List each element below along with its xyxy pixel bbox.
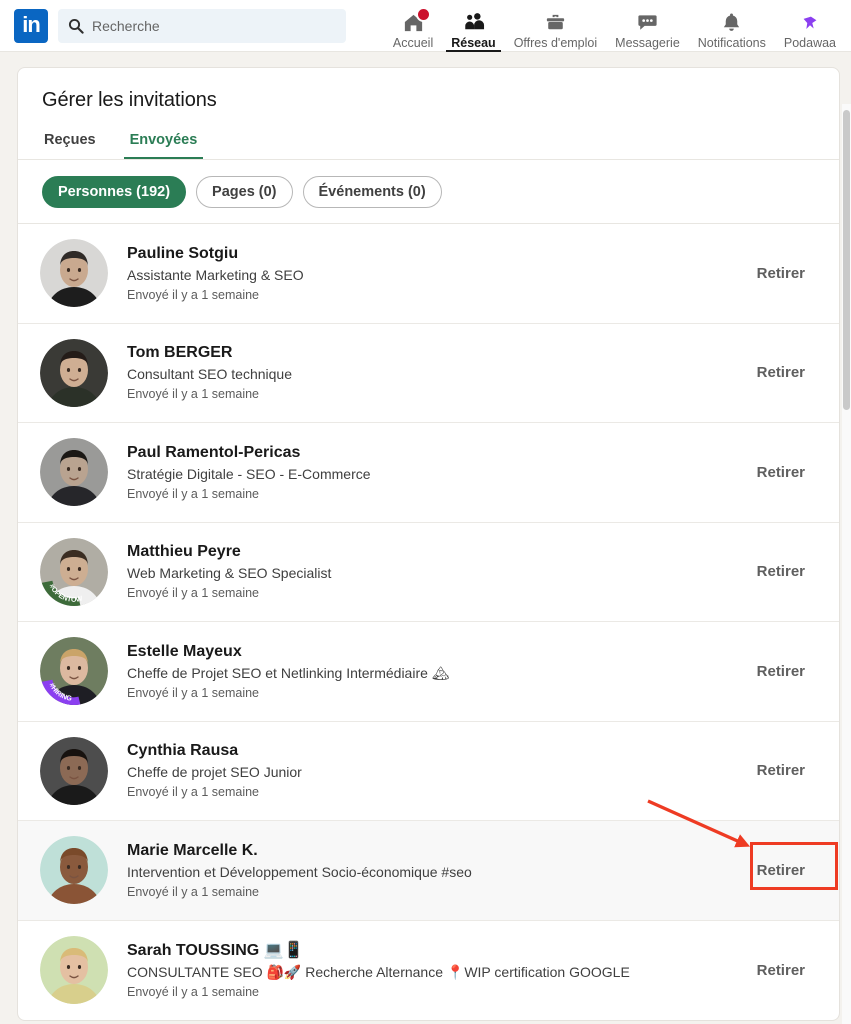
invitation-person-headline: Intervention et Développement Socio-écon… — [127, 863, 472, 880]
podawaa-bird-icon — [798, 11, 822, 35]
invitation-row[interactable]: #HIRING Estelle Mayeux Cheffe de Projet … — [18, 622, 839, 722]
nav-item-notifications[interactable]: Notifications — [689, 0, 775, 52]
invitation-person-headline: Cheffe de Projet SEO et Netlinking Inter… — [127, 664, 450, 681]
notification-badge-dot — [416, 6, 432, 22]
withdraw-invitation-button[interactable]: Retirer — [747, 756, 815, 785]
avatar[interactable] — [40, 239, 108, 308]
withdraw-invitation-button[interactable]: Retirer — [747, 458, 815, 487]
nav-label-reseau: Réseau — [451, 35, 496, 50]
invitation-person-headline: CONSULTANTE SEO 🎒🚀 Recherche Alternance … — [127, 963, 630, 980]
avatar[interactable]: #HIRING — [40, 637, 108, 706]
invitation-sent-time: Envoyé il y a 1 semaine — [127, 984, 260, 999]
avatar[interactable] — [40, 836, 108, 905]
top-navigation-bar: in Accueil Réseau — [0, 0, 851, 52]
avatar[interactable] — [40, 736, 108, 805]
invitation-type-filters: Personnes (192) Pages (0) Événements (0) — [18, 160, 839, 224]
invitation-row[interactable]: Tom BERGER Consultant SEO technique Envo… — [18, 324, 839, 423]
invitation-sent-time: Envoyé il y a 1 semaine — [127, 785, 260, 800]
invitation-person-headline: Cheffe de projet SEO Junior — [127, 764, 302, 781]
filter-pill-personnes[interactable]: Personnes (192) — [42, 176, 187, 208]
invitation-sent-time: Envoyé il y a 1 semaine — [127, 486, 260, 501]
invitation-person-name[interactable]: Tom BERGER — [127, 342, 747, 363]
invitation-row[interactable]: Pauline Sotgiu Assistante Marketing & SE… — [18, 224, 839, 324]
invitation-person-name[interactable]: Marie Marcelle K. — [127, 840, 747, 861]
invitation-details: Estelle Mayeux Cheffe de Projet SEO et N… — [127, 641, 747, 702]
home-icon — [401, 6, 432, 35]
invitation-row[interactable]: Cynthia Rausa Cheffe de projet SEO Junio… — [18, 722, 839, 821]
invitation-sent-time: Envoyé il y a 1 semaine — [127, 287, 260, 302]
invitation-details: Cynthia Rausa Cheffe de projet SEO Junio… — [127, 740, 747, 801]
scrollbar-thumb[interactable] — [843, 110, 850, 410]
invitation-person-name[interactable]: Pauline Sotgiu — [127, 243, 747, 264]
tab-recues[interactable]: Reçues — [42, 124, 98, 159]
invitation-person-name[interactable]: Sarah TOUSSING 💻📱 — [127, 940, 747, 961]
avatar[interactable]: #OPENTOWORK — [40, 537, 108, 606]
page-title: Gérer les invitations — [42, 89, 217, 111]
withdraw-invitation-button[interactable]: Retirer — [747, 557, 815, 586]
invitation-details: Tom BERGER Consultant SEO technique Envo… — [127, 342, 747, 403]
nav-label-messagerie: Messagerie — [615, 35, 680, 50]
invitation-sent-time: Envoyé il y a 1 semaine — [127, 884, 260, 899]
invitation-details: Matthieu Peyre Web Marketing & SEO Speci… — [127, 541, 747, 602]
nav-item-accueil[interactable]: Accueil — [384, 0, 442, 52]
linkedin-logo-icon[interactable]: in — [14, 8, 48, 43]
withdraw-invitation-button[interactable]: Retirer — [747, 856, 815, 885]
invitation-person-name[interactable]: Cynthia Rausa — [127, 740, 747, 761]
search-icon — [68, 18, 84, 34]
navbar-items: Accueil Réseau Offres d'emploi Messageri… — [384, 0, 845, 52]
nav-item-podawaa[interactable]: Podawaa — [775, 0, 845, 52]
invitation-person-name[interactable]: Matthieu Peyre — [127, 541, 747, 562]
nav-label-podawaa: Podawaa — [783, 35, 836, 50]
page-body: Gérer les invitations Reçues Envoyées Pe… — [0, 52, 851, 1024]
invitation-person-name[interactable]: Estelle Mayeux — [127, 641, 747, 662]
tab-envoyees[interactable]: Envoyées — [123, 124, 204, 159]
invitation-details: Sarah TOUSSING 💻📱 CONSULTANTE SEO 🎒🚀 Rec… — [127, 940, 747, 1001]
invitation-details: Paul Ramentol-Pericas Stratégie Digitale… — [127, 442, 747, 503]
invitations-tabs: Reçues Envoyées — [18, 124, 839, 160]
withdraw-invitation-button[interactable]: Retirer — [747, 259, 815, 288]
invitation-sent-time: Envoyé il y a 1 semaine — [127, 387, 260, 402]
withdraw-invitation-button[interactable]: Retirer — [747, 358, 815, 387]
filter-pill-evenements[interactable]: Événements (0) — [302, 176, 442, 208]
invitation-details: Marie Marcelle K. Intervention et Dévelo… — [127, 840, 747, 901]
network-people-icon — [461, 11, 485, 35]
briefcase-icon — [543, 11, 567, 35]
manage-invitations-card: Gérer les invitations Reçues Envoyées Pe… — [17, 67, 840, 1021]
invitation-sent-time: Envoyé il y a 1 semaine — [127, 586, 260, 601]
avatar[interactable] — [40, 438, 108, 507]
nav-label-notifications: Notifications — [697, 35, 766, 50]
invitation-row[interactable]: Paul Ramentol-Pericas Stratégie Digitale… — [18, 423, 839, 523]
nav-label-offres-emploi: Offres d'emploi — [513, 35, 598, 50]
invitation-sent-time: Envoyé il y a 1 semaine — [127, 685, 260, 700]
invitation-list: Pauline Sotgiu Assistante Marketing & SE… — [18, 224, 839, 1020]
nav-item-reseau[interactable]: Réseau — [442, 0, 504, 52]
invitation-person-headline: Consultant SEO technique — [127, 366, 292, 383]
chat-bubble-icon — [635, 11, 659, 35]
invitation-row[interactable]: #OPENTOWORK Matthieu Peyre Web Marketing… — [18, 523, 839, 622]
avatar[interactable] — [40, 338, 108, 407]
invitation-person-headline: Web Marketing & SEO Specialist — [127, 565, 332, 582]
nav-item-messagerie[interactable]: Messagerie — [606, 0, 689, 52]
invitation-person-headline: Stratégie Digitale - SEO - E-Commerce — [127, 465, 371, 482]
avatar[interactable] — [40, 936, 108, 1005]
nav-item-offres-emploi[interactable]: Offres d'emploi — [505, 0, 606, 52]
nav-label-accueil: Accueil — [392, 35, 434, 50]
invitation-row[interactable]: Sarah TOUSSING 💻📱 CONSULTANTE SEO 🎒🚀 Rec… — [18, 921, 839, 1021]
search-box[interactable] — [58, 8, 346, 43]
search-input[interactable] — [92, 17, 336, 34]
invitation-person-name[interactable]: Paul Ramentol-Pericas — [127, 442, 747, 463]
filter-pill-pages[interactable]: Pages (0) — [196, 176, 293, 208]
withdraw-invitation-button[interactable]: Retirer — [747, 657, 815, 686]
invitation-row[interactable]: Marie Marcelle K. Intervention et Dévelo… — [18, 821, 839, 921]
withdraw-invitation-button[interactable]: Retirer — [747, 956, 815, 985]
bell-icon — [720, 11, 744, 35]
invitation-details: Pauline Sotgiu Assistante Marketing & SE… — [127, 243, 747, 304]
invitation-person-headline: Assistante Marketing & SEO — [127, 266, 304, 283]
